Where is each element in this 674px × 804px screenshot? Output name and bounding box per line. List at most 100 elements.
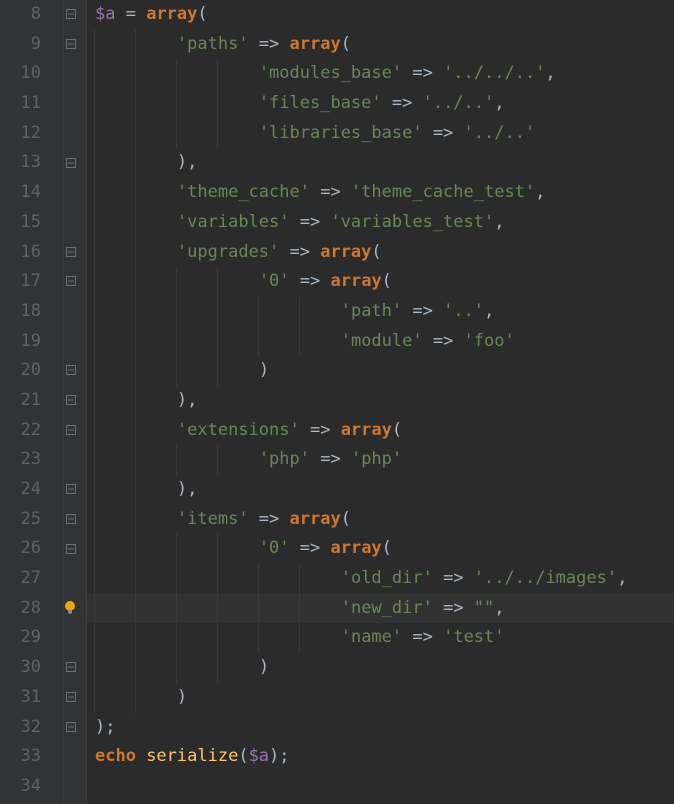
code-line[interactable]: 'libraries_base' => '../..' (87, 119, 674, 149)
token-punc: , (187, 479, 197, 499)
token-punc: , (484, 301, 494, 321)
token-punc: , (187, 390, 197, 410)
token-str: 'items' (177, 509, 249, 529)
code-line[interactable]: $a = array( (87, 0, 674, 30)
token-punc: => (300, 420, 341, 440)
token-punc: , (617, 568, 627, 588)
line-number: 23 (0, 445, 41, 475)
token-str: 'variables_test' (330, 212, 494, 232)
fold-open-icon[interactable] (65, 39, 77, 51)
line-number: 19 (0, 327, 41, 357)
token-punc: ) (177, 390, 187, 410)
code-line[interactable]: 'files_base' => '../..', (87, 89, 674, 119)
code-editor[interactable]: $a = array( 'paths' => array( 'modules_b… (87, 0, 674, 804)
line-number: 26 (0, 534, 41, 564)
token-punc: ); (269, 746, 289, 766)
code-line[interactable]: 'extensions' => array( (87, 416, 674, 446)
token-str: 'paths' (177, 34, 249, 54)
code-line[interactable]: 'theme_cache' => 'theme_cache_test', (87, 178, 674, 208)
token-punc: => (290, 271, 331, 291)
fold-close-icon[interactable] (65, 662, 77, 674)
line-number: 10 (0, 59, 41, 89)
line-number: 15 (0, 208, 41, 238)
code-line[interactable]: 'path' => '..', (87, 297, 674, 327)
fold-close-icon[interactable] (65, 692, 77, 704)
code-line[interactable] (87, 772, 674, 802)
line-number: 20 (0, 356, 41, 386)
token-str: '..' (443, 301, 484, 321)
code-line[interactable]: 'name' => 'test' (87, 623, 674, 653)
token-str: '../../..' (443, 63, 545, 83)
token-str: 'path' (341, 301, 402, 321)
token-punc: ( (238, 746, 248, 766)
token-punc: => (310, 449, 351, 469)
line-number: 12 (0, 119, 41, 149)
fold-open-icon[interactable] (65, 9, 77, 21)
code-line[interactable]: 'php' => 'php' (87, 445, 674, 475)
token-str: 'new_dir' (341, 598, 433, 618)
code-line[interactable]: 'old_dir' => '../../images', (87, 564, 674, 594)
code-line[interactable]: echo serialize($a); (87, 742, 674, 772)
fold-open-icon[interactable] (65, 247, 77, 259)
code-line[interactable]: '0' => array( (87, 534, 674, 564)
token-kw: array (330, 538, 381, 558)
line-number: 13 (0, 148, 41, 178)
code-line[interactable]: ) (87, 356, 674, 386)
token-kw: array (341, 420, 392, 440)
line-number: 32 (0, 713, 41, 743)
code-line[interactable]: 'items' => array( (87, 505, 674, 535)
token-str: 'old_dir' (341, 568, 433, 588)
fold-open-icon[interactable] (65, 544, 77, 556)
fold-close-icon[interactable] (65, 158, 77, 170)
line-number: 9 (0, 30, 41, 60)
fold-open-icon[interactable] (65, 514, 77, 526)
token-punc: ( (341, 34, 351, 54)
token-punc: ( (371, 242, 381, 262)
token-punc: => (433, 598, 474, 618)
token-punc: => (290, 538, 331, 558)
line-number: 18 (0, 297, 41, 327)
line-number: 30 (0, 653, 41, 683)
code-line[interactable]: '0' => array( (87, 267, 674, 297)
fold-close-icon[interactable] (65, 395, 77, 407)
code-line[interactable]: 'upgrades' => array( (87, 238, 674, 268)
token-punc: ( (382, 538, 392, 558)
token-punc: ( (392, 420, 402, 440)
token-str: "" (474, 598, 494, 618)
token-str: 'upgrades' (177, 242, 279, 262)
code-line[interactable]: 'module' => 'foo' (87, 327, 674, 357)
token-str: 'libraries_base' (259, 123, 423, 143)
token-punc: => (433, 568, 474, 588)
token-var: $a (249, 746, 269, 766)
fold-open-icon[interactable] (65, 276, 77, 288)
line-number: 34 (0, 772, 41, 802)
token-punc: => (382, 93, 423, 113)
fold-open-icon[interactable] (65, 425, 77, 437)
line-number: 27 (0, 564, 41, 594)
code-line[interactable]: 'new_dir' => "", (87, 594, 674, 624)
token-punc: ) (177, 479, 187, 499)
token-str: '../../images' (474, 568, 617, 588)
token-punc: , (187, 152, 197, 172)
intention-bulb-icon[interactable] (62, 600, 78, 616)
fold-close-icon[interactable] (65, 365, 77, 377)
code-line[interactable]: 'paths' => array( (87, 30, 674, 60)
code-line[interactable]: ), (87, 475, 674, 505)
token-str: 'test' (443, 627, 504, 647)
fold-close-icon[interactable] (65, 484, 77, 496)
token-kw: echo (95, 746, 146, 766)
token-punc: ( (382, 271, 392, 291)
code-line[interactable]: 'variables' => 'variables_test', (87, 208, 674, 238)
token-str: 'theme_cache_test' (351, 182, 535, 202)
code-line[interactable]: ) (87, 653, 674, 683)
token-punc: => (423, 123, 464, 143)
code-line[interactable]: ); (87, 713, 674, 743)
code-line[interactable]: ) (87, 683, 674, 713)
token-punc: ( (197, 4, 207, 24)
code-line[interactable]: 'modules_base' => '../../..', (87, 59, 674, 89)
fold-close-icon[interactable] (65, 722, 77, 734)
code-line[interactable]: ), (87, 148, 674, 178)
token-punc: , (494, 212, 504, 232)
code-line[interactable]: ), (87, 386, 674, 416)
token-fn: serialize (146, 746, 238, 766)
